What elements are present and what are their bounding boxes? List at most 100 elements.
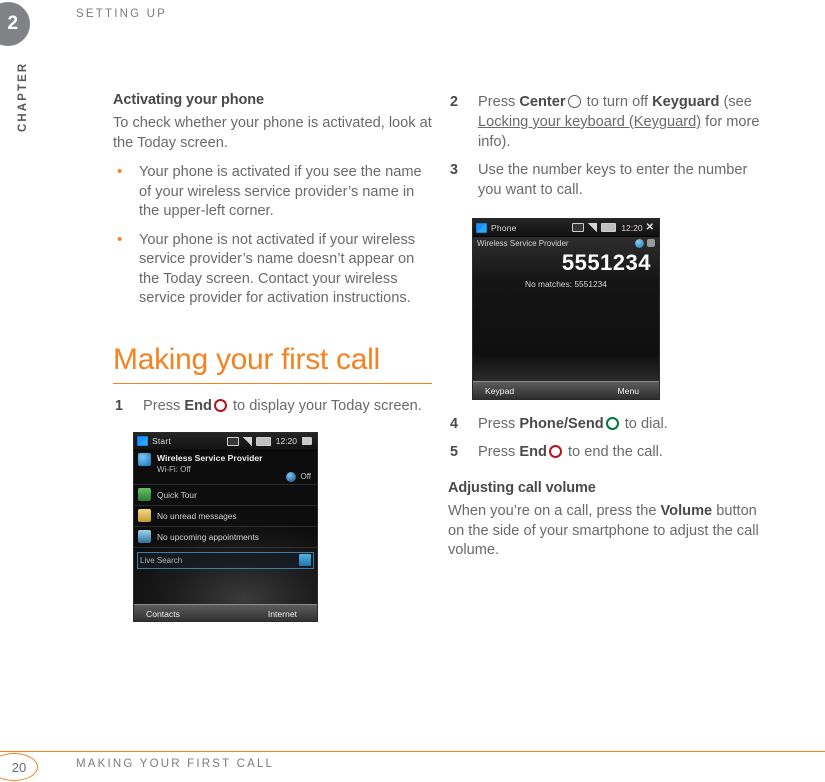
step-5: 5 Press End to end the call. bbox=[448, 442, 768, 462]
battery-icon bbox=[255, 436, 271, 446]
today-row-quick-tour[interactable]: Quick Tour bbox=[134, 485, 317, 506]
step-4-key: Phone/Send bbox=[519, 416, 604, 432]
softkey-menu[interactable]: Menu bbox=[618, 386, 660, 396]
cross-reference-link[interactable]: Locking your keyboard (Keyguard) bbox=[478, 114, 701, 130]
step-2: 2 Press Center to turn off Keyguard (see… bbox=[448, 92, 768, 152]
volume-key: Volume bbox=[660, 503, 713, 519]
section-rule bbox=[113, 382, 432, 384]
bluetooth-state: Off bbox=[300, 472, 311, 481]
chapter-number-badge: 2 bbox=[0, 2, 30, 46]
mail-icon bbox=[138, 509, 151, 522]
step-2-see: (see bbox=[719, 94, 752, 110]
list-item: Your phone is activated if you see the n… bbox=[113, 162, 433, 222]
call-icon bbox=[635, 239, 644, 248]
step-number: 3 bbox=[450, 162, 458, 178]
step-text: Press End to display your Today screen. bbox=[143, 398, 422, 414]
step-2-mid: to turn off bbox=[582, 94, 653, 110]
step-5-pre: Press bbox=[478, 444, 520, 460]
today-body: Wireless Service Provider Wi-Fi: Off Off… bbox=[134, 450, 317, 621]
step-text: Press Center to turn off Keyguard (see L… bbox=[478, 94, 759, 150]
footer-title: MAKING YOUR FIRST CALL bbox=[76, 758, 275, 770]
step-1-post: to display your Today screen. bbox=[228, 397, 422, 414]
step-2-key: Center bbox=[519, 94, 566, 110]
quick-tour-icon bbox=[138, 488, 151, 501]
activating-your-phone-heading: Activating your phone bbox=[113, 92, 264, 108]
left-column: Activating your phone To check whether y… bbox=[113, 92, 433, 622]
provider-name: Wireless Service Provider bbox=[157, 452, 263, 463]
provider-name: Wireless Service Provider bbox=[477, 239, 569, 248]
provider-text: Wireless Service Provider Wi-Fi: Off bbox=[157, 453, 263, 475]
network-icon bbox=[647, 239, 655, 247]
step-number: 5 bbox=[450, 444, 458, 460]
step-5-key: End bbox=[519, 444, 547, 460]
steps-list-left: 1 Press End to display your Today screen… bbox=[113, 396, 433, 416]
step-4: 4 Press Phone/Send to dial. bbox=[448, 414, 768, 434]
signal-icon bbox=[588, 223, 598, 232]
running-head: SETTING UP bbox=[76, 8, 168, 20]
phone-status-icons bbox=[635, 239, 655, 248]
windows-start-icon[interactable] bbox=[137, 436, 148, 446]
keyboard-icon bbox=[302, 437, 312, 445]
today-row-messages[interactable]: No unread messages bbox=[134, 506, 317, 527]
step-1-key: End bbox=[184, 397, 212, 414]
volume-pre: When you’re on a call, press the bbox=[448, 503, 661, 519]
section-heading-making-your-first-call: Making your first call bbox=[113, 342, 380, 376]
steps-list-right-2: 4 Press Phone/Send to dial. 5 Press End … bbox=[448, 414, 768, 462]
steps-list-right: 2 Press Center to turn off Keyguard (see… bbox=[448, 92, 768, 200]
today-row-provider[interactable]: Wireless Service Provider Wi-Fi: Off Off bbox=[134, 451, 317, 485]
right-column: 2 Press Center to turn off Keyguard (see… bbox=[448, 92, 768, 571]
today-row-appointments[interactable]: No upcoming appointments bbox=[134, 527, 317, 548]
phone-provider-row: Wireless Service Provider bbox=[473, 237, 659, 248]
windows-start-icon[interactable] bbox=[476, 222, 487, 233]
search-icon[interactable] bbox=[299, 554, 311, 566]
activation-bullet-list: Your phone is activated if you see the n… bbox=[113, 162, 433, 309]
live-search-placeholder: Live Search bbox=[140, 555, 183, 565]
step-number: 2 bbox=[450, 94, 458, 110]
step-5-post: to end the call. bbox=[563, 444, 663, 460]
softkey-contacts[interactable]: Contacts bbox=[134, 609, 180, 619]
live-search-input[interactable]: Live Search bbox=[137, 551, 314, 569]
step-4-pre: Press bbox=[478, 416, 520, 432]
message-icon bbox=[226, 436, 239, 446]
bluetooth-status-group: Off bbox=[286, 471, 313, 484]
bluetooth-icon bbox=[286, 471, 297, 482]
clock-label: 12:20 bbox=[275, 436, 297, 446]
step-2-pre: Press bbox=[478, 94, 520, 110]
adjusting-call-volume-heading: Adjusting call volume bbox=[448, 480, 596, 496]
end-key-ring-icon bbox=[548, 445, 562, 458]
phone-send-key-ring-icon bbox=[605, 417, 619, 430]
signal-icon bbox=[242, 436, 252, 446]
step-text: Use the number keys to enter the number … bbox=[478, 162, 748, 198]
adjusting-call-volume-text: When you’re on a call, press the Volume … bbox=[448, 502, 768, 561]
today-row-label: No unread messages bbox=[157, 510, 237, 521]
chapter-number: 2 bbox=[7, 13, 19, 34]
dialed-number: 5551234 bbox=[561, 250, 651, 275]
today-row-label: No upcoming appointments bbox=[157, 531, 259, 542]
start-label: Start bbox=[152, 436, 171, 446]
page-number-badge: 20 bbox=[0, 753, 38, 781]
step-number: 4 bbox=[450, 416, 458, 432]
globe-icon bbox=[138, 452, 151, 466]
clock-label: 12:20 bbox=[621, 222, 643, 233]
calendar-icon bbox=[138, 530, 151, 543]
today-row-label: Quick Tour bbox=[157, 489, 197, 500]
step-3: 3 Use the number keys to enter the numbe… bbox=[448, 160, 768, 200]
step-2-key2: Keyguard bbox=[652, 94, 720, 110]
phone-status-bar: Phone 12:20 ✕ bbox=[473, 219, 659, 237]
softkey-internet[interactable]: Internet bbox=[268, 609, 317, 619]
phone-softkeys: Keypad Menu bbox=[473, 381, 660, 399]
step-text: Press End to end the call. bbox=[478, 444, 663, 460]
close-icon[interactable]: ✕ bbox=[646, 222, 654, 233]
battery-icon bbox=[601, 223, 617, 232]
step-4-post: to dial. bbox=[620, 416, 668, 432]
no-match-label: No matches: 5551234 bbox=[525, 279, 607, 289]
phone-dialer-image: Phone 12:20 ✕ Wireless Service Provider … bbox=[472, 218, 660, 400]
softkey-keypad[interactable]: Keypad bbox=[473, 386, 514, 396]
today-softkeys: Contacts Internet bbox=[134, 603, 317, 621]
step-number: 1 bbox=[115, 397, 123, 414]
message-icon bbox=[572, 223, 585, 232]
page-number: 20 bbox=[11, 759, 27, 775]
today-screen-image: Start 12:20 Wireless Service Provider Wi… bbox=[133, 431, 318, 622]
step-text: Press Phone/Send to dial. bbox=[478, 416, 668, 432]
footer-rule bbox=[0, 751, 825, 752]
